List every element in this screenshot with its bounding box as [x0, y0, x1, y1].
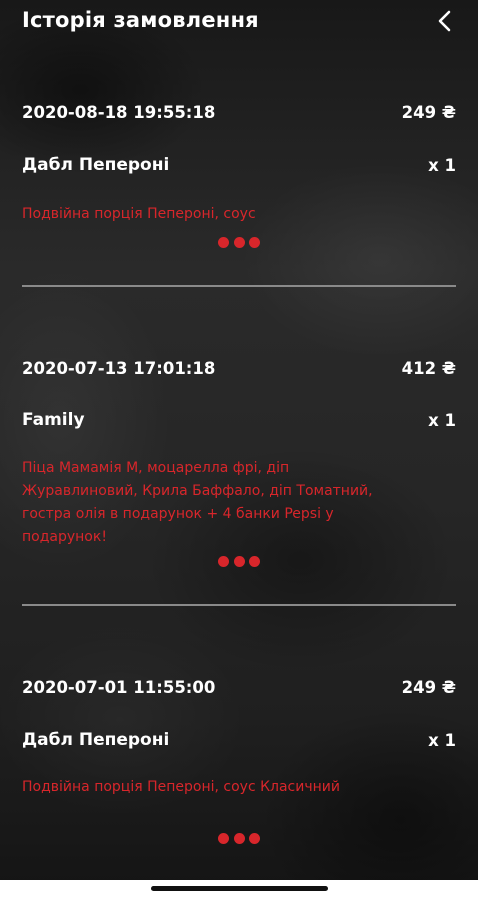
- dot-icon: [218, 832, 229, 844]
- order-item-qty: x 1: [428, 155, 456, 175]
- dot-icon: [233, 832, 245, 844]
- more-button[interactable]: [218, 555, 260, 567]
- order-price: 412 ₴: [401, 359, 456, 378]
- order-item-name: Дабл Пепероні: [22, 730, 170, 750]
- order-item-qty: x 1: [428, 730, 456, 750]
- dot-icon: [218, 555, 229, 567]
- dot-icon: [249, 555, 260, 567]
- order-item-name: Дабл Пепероні: [22, 155, 170, 175]
- dot-icon: [233, 555, 245, 567]
- more-button[interactable]: [218, 832, 260, 844]
- order-price: 249 ₴: [401, 678, 456, 697]
- order-datetime: 2020-07-13 17:01:18: [22, 359, 216, 378]
- dot-icon: [249, 832, 260, 844]
- order-item-description: Піца Мамамія М, моцарелла фрі, діп Журав…: [22, 460, 373, 545]
- page-title: Історія замовлення: [22, 8, 259, 32]
- order-item-qty: x 1: [428, 410, 456, 430]
- header: Історія замовлення: [0, 0, 478, 50]
- order-price: 249 ₴: [401, 103, 456, 122]
- more-button[interactable]: [218, 236, 260, 248]
- dot-icon: [249, 236, 260, 248]
- divider: [22, 285, 456, 287]
- dot-icon: [233, 236, 245, 248]
- order-history-screen: Історія замовлення 2020-08-18 19:55:18 2…: [0, 0, 478, 900]
- order-item-description: Подвійна порція Пепероні, соус Класичний: [22, 779, 340, 795]
- order-item-name: Family: [22, 410, 85, 430]
- back-button[interactable]: [430, 6, 460, 36]
- order-datetime: 2020-07-01 11:55:00: [22, 678, 216, 697]
- order-datetime: 2020-08-18 19:55:18: [22, 103, 216, 122]
- dot-icon: [218, 236, 229, 248]
- home-indicator[interactable]: [151, 886, 328, 891]
- divider: [22, 604, 456, 606]
- chevron-left-icon: [438, 10, 451, 32]
- order-item-description: Подвійна порція Пепероні, соус: [22, 206, 256, 222]
